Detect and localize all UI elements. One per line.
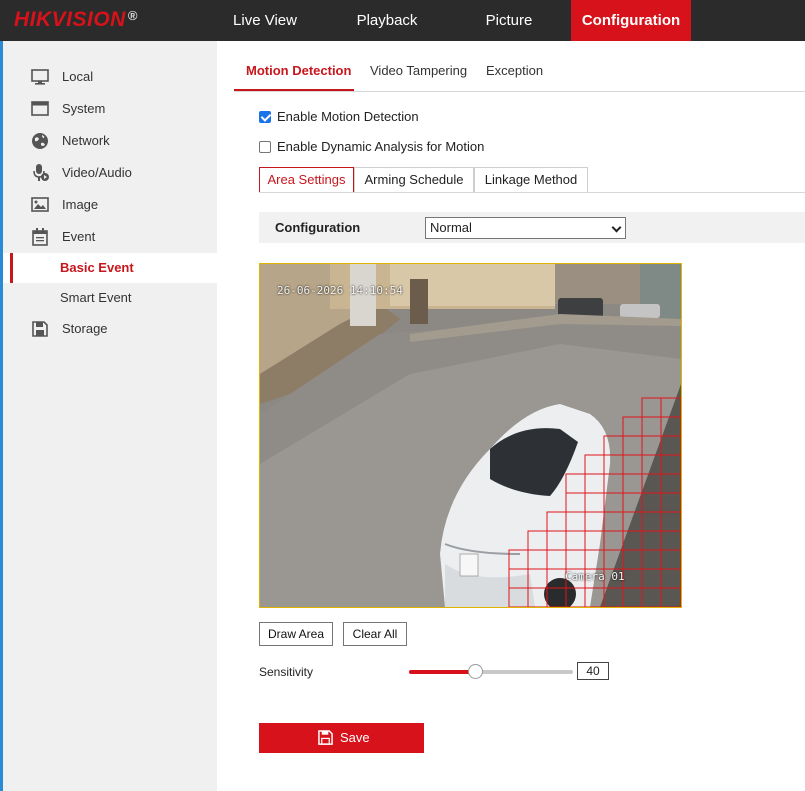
sidebar-item-label: Basic Event bbox=[60, 260, 134, 275]
video-camera-label: Camera 01 bbox=[565, 570, 625, 583]
save-button[interactable]: Save bbox=[259, 723, 424, 753]
enable-dynamic-analysis-label: Enable Dynamic Analysis for Motion bbox=[277, 139, 485, 154]
chevron-down-icon bbox=[611, 222, 622, 233]
configuration-selected-value: Normal bbox=[430, 220, 472, 235]
video-preview[interactable]: 26-06-2026 14:10:54 Camera 01 bbox=[259, 263, 682, 608]
sensitivity-slider[interactable] bbox=[409, 664, 573, 679]
sidebar-item-label: Video/Audio bbox=[62, 165, 132, 180]
sidebar-item-event[interactable]: Event bbox=[3, 222, 217, 252]
sidebar-item-label: Image bbox=[62, 197, 99, 212]
draw-area-button[interactable]: Draw Area bbox=[259, 622, 333, 646]
configuration-select[interactable]: Normal bbox=[425, 217, 626, 239]
monitor-icon bbox=[31, 69, 49, 85]
nav-picture[interactable]: Picture bbox=[462, 0, 556, 41]
save-disk-icon bbox=[32, 321, 48, 337]
image-icon bbox=[31, 197, 49, 212]
save-disk-icon bbox=[318, 730, 333, 745]
nav-configuration[interactable]: Configuration bbox=[571, 0, 691, 41]
video-timestamp: 26-06-2026 14:10:54 bbox=[277, 284, 403, 297]
subtab-area-settings[interactable]: Area Settings bbox=[259, 167, 354, 193]
tab-video-tampering[interactable]: Video Tampering bbox=[370, 52, 467, 90]
sidebar-item-label: Storage bbox=[62, 321, 108, 336]
sidebar-item-basic-event[interactable]: Basic Event bbox=[3, 253, 217, 283]
sidebar-item-label: Event bbox=[62, 229, 96, 244]
save-label: Save bbox=[340, 730, 370, 745]
sidebar-item-label: Local bbox=[62, 69, 94, 84]
configuration-label: Configuration bbox=[275, 220, 361, 235]
hikvision-logo: HIKVISION ® bbox=[14, 8, 138, 31]
top-navigation-bar: HIKVISION ® Live View Playback Picture Co… bbox=[0, 0, 805, 41]
globe-icon bbox=[32, 133, 48, 149]
sidebar-item-label: Smart Event bbox=[60, 290, 132, 305]
subtabs-divider bbox=[259, 192, 805, 193]
sensitivity-value-input[interactable]: 40 bbox=[577, 662, 609, 680]
nav-playback[interactable]: Playback bbox=[340, 0, 434, 41]
system-window-icon bbox=[31, 101, 49, 116]
sidebar-item-smart-event[interactable]: Smart Event bbox=[3, 283, 217, 313]
sidebar-item-label: System bbox=[62, 101, 106, 116]
enable-dynamic-analysis-checkbox[interactable] bbox=[259, 141, 271, 153]
sidebar-item-video-audio[interactable]: Video/Audio bbox=[3, 158, 217, 188]
enable-motion-detection-label: Enable Motion Detection bbox=[277, 109, 419, 124]
enable-motion-detection-checkbox[interactable] bbox=[259, 111, 271, 123]
sidebar: Local System Network Video/Audio Image E… bbox=[3, 41, 217, 791]
sidebar-item-system[interactable]: System bbox=[3, 94, 217, 124]
camera-scene bbox=[260, 264, 681, 607]
subtab-arming-schedule[interactable]: Arming Schedule bbox=[354, 167, 474, 193]
sidebar-item-local[interactable]: Local bbox=[3, 62, 217, 92]
sidebar-item-network[interactable]: Network bbox=[3, 126, 217, 156]
sensitivity-slider-fill bbox=[409, 670, 475, 674]
clear-all-button[interactable]: Clear All bbox=[343, 622, 407, 646]
sensitivity-slider-handle[interactable] bbox=[468, 664, 483, 679]
sensitivity-label: Sensitivity bbox=[259, 665, 314, 679]
nav-live-view[interactable]: Live View bbox=[217, 0, 313, 41]
calendar-icon bbox=[32, 228, 48, 246]
subtab-linkage-method[interactable]: Linkage Method bbox=[474, 167, 588, 193]
configuration-row: Configuration Normal bbox=[259, 212, 805, 243]
microphone-icon bbox=[33, 164, 49, 181]
sidebar-item-image[interactable]: Image bbox=[3, 190, 217, 220]
tab-exception[interactable]: Exception bbox=[486, 52, 543, 90]
tabs-divider bbox=[234, 91, 805, 92]
sidebar-item-storage[interactable]: Storage bbox=[3, 314, 217, 344]
tab-motion-detection[interactable]: Motion Detection bbox=[246, 52, 351, 90]
sidebar-item-label: Network bbox=[62, 133, 110, 148]
